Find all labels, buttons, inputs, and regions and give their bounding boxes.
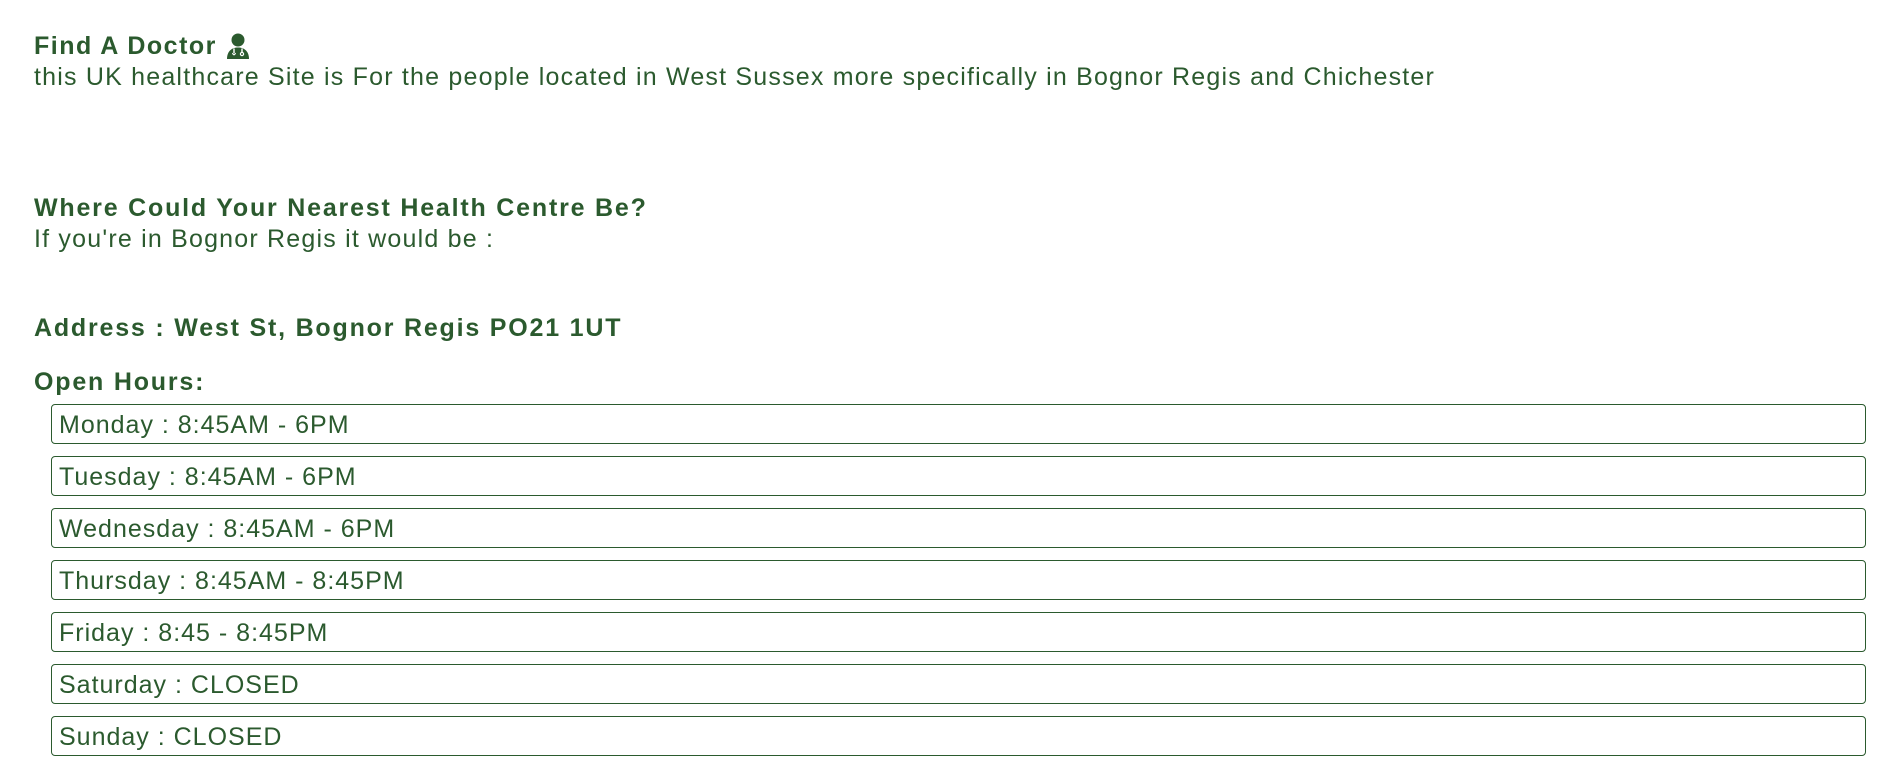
hours-item-saturday: Saturday : CLOSED bbox=[51, 664, 1866, 704]
centre-address: Address : West St, Bognor Regis PO21 1UT bbox=[34, 314, 623, 342]
open-hours-heading: Open Hours: bbox=[34, 368, 206, 396]
hours-item-tuesday: Tuesday : 8:45AM - 6PM bbox=[51, 456, 1866, 496]
nearest-centre-heading: Where Could Your Nearest Health Centre B… bbox=[34, 194, 648, 222]
site-tagline: this UK healthcare Site is For the peopl… bbox=[34, 63, 1436, 91]
open-hours-list: Monday : 8:45AM - 6PM Tuesday : 8:45AM -… bbox=[51, 404, 1866, 756]
page-content: Find A Doctor this UK healthcare Site is… bbox=[34, 30, 1887, 768]
hours-item-thursday: Thursday : 8:45AM - 8:45PM bbox=[51, 560, 1866, 600]
hours-item-monday: Monday : 8:45AM - 6PM bbox=[51, 404, 1866, 444]
page-title-text: Find A Doctor bbox=[34, 32, 217, 60]
nearest-centre-intro: If you're in Bognor Regis it would be : bbox=[34, 225, 495, 253]
doctor-icon bbox=[225, 32, 251, 60]
page-title: Find A Doctor bbox=[34, 30, 1887, 62]
hours-item-sunday: Sunday : CLOSED bbox=[51, 716, 1866, 756]
hours-item-friday: Friday : 8:45 - 8:45PM bbox=[51, 612, 1866, 652]
hours-item-wednesday: Wednesday : 8:45AM - 6PM bbox=[51, 508, 1866, 548]
